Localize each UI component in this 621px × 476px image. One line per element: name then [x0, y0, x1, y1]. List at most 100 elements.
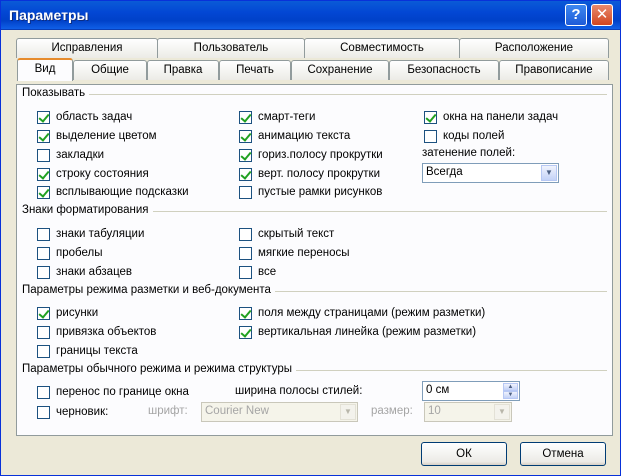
checkbox-optional-hyphens[interactable]: мягкие переносы [239, 245, 350, 261]
chevron-down-icon[interactable]: ▼ [340, 404, 356, 420]
tab-spelling[interactable]: Правописание [499, 60, 609, 80]
checkbox-wrap-to-window[interactable]: перенос по границе окна [37, 384, 189, 400]
checkbox-label: анимацию текста [258, 130, 351, 142]
spinner-value: 0 см [426, 384, 450, 396]
checkbox-hscroll[interactable]: гориз.полосу прокрутки [239, 147, 383, 163]
checkbox-highlight[interactable]: выделение цветом [37, 128, 157, 144]
checkbox-box[interactable] [37, 148, 50, 162]
checkbox-label: пробелы [56, 247, 103, 259]
checkbox-box[interactable] [37, 344, 50, 358]
checkbox-label: всплывающие подсказки [56, 186, 189, 198]
checkbox-box[interactable] [239, 227, 252, 241]
checkbox-box[interactable] [239, 148, 252, 162]
checkbox-box[interactable] [37, 325, 50, 339]
checkbox-box[interactable] [424, 110, 437, 124]
font-label: шрифт: [148, 405, 188, 417]
checkbox-box[interactable] [239, 306, 252, 320]
ok-button[interactable]: ОК [421, 442, 507, 466]
checkbox-box[interactable] [37, 306, 50, 320]
checkbox-hidden-text[interactable]: скрытый текст [239, 226, 334, 242]
size-label: размер: [371, 405, 413, 417]
field-shading-label: затенение полей: [422, 147, 516, 159]
checkbox-windows-taskbar[interactable]: окна на панели задач [424, 109, 558, 125]
checkbox-bookmarks[interactable]: закладки [37, 147, 104, 163]
checkbox-task-pane[interactable]: область задач [37, 109, 132, 125]
tab-location[interactable]: Расположение [459, 38, 609, 58]
checkbox-box[interactable] [239, 129, 252, 143]
checkbox-picture-placeholders[interactable]: пустые рамки рисунков [239, 184, 382, 200]
checkbox-label: границы текста [56, 345, 138, 357]
group-title-format: Знаки форматирования [22, 204, 153, 216]
close-button[interactable]: ✕ [591, 4, 613, 26]
group-title-show: Показывать [22, 87, 90, 99]
group-title-layout: Параметры режима разметки и веб-документ… [22, 284, 275, 296]
checkbox-box[interactable] [239, 185, 252, 199]
checkbox-box[interactable] [239, 167, 252, 181]
checkbox-label: перенос по границе окна [56, 386, 189, 398]
checkbox-label: коды полей [443, 130, 505, 142]
checkbox-box[interactable] [37, 185, 50, 199]
checkbox-field-codes[interactable]: коды полей [424, 128, 504, 144]
checkbox-tab-chars[interactable]: знаки табуляции [37, 226, 144, 242]
group-title-normal: Параметры обычного режима и режима струк… [22, 363, 297, 375]
checkbox-vscroll[interactable]: верт. полосу прокрутки [239, 166, 380, 182]
font-select[interactable]: Courier New ▼ [201, 402, 358, 422]
window-title: Параметры [9, 7, 89, 23]
checkbox-smart-tags[interactable]: смарт-теги [239, 109, 315, 125]
spin-up-icon[interactable]: ▲ [503, 383, 518, 391]
checkbox-tooltips[interactable]: всплывающие подсказки [37, 184, 189, 200]
tab-edit[interactable]: Правка [147, 60, 219, 80]
dialog-client: Исправления Пользователь Совместимость Р… [4, 31, 617, 474]
checkbox-box[interactable] [37, 265, 50, 279]
checkbox-box[interactable] [37, 405, 50, 419]
help-button[interactable]: ? [565, 4, 587, 26]
checkbox-box[interactable] [37, 110, 50, 124]
checkbox-white-space[interactable]: поля между страницами (режим разметки) [239, 305, 485, 321]
checkbox-draft-font[interactable]: черновик: [37, 404, 108, 420]
tab-compatibility[interactable]: Совместимость [304, 38, 460, 58]
checkbox-all-marks[interactable]: все [239, 264, 276, 280]
chevron-down-icon[interactable]: ▼ [494, 404, 510, 420]
tab-save[interactable]: Сохранение [291, 60, 389, 80]
checkbox-box[interactable] [239, 110, 252, 124]
checkbox-vertical-ruler[interactable]: вертикальная линейка (режим разметки) [239, 324, 476, 340]
tab-view[interactable]: Вид [17, 58, 73, 81]
chevron-down-icon[interactable]: ▼ [541, 165, 557, 181]
style-width-spinner[interactable]: 0 см ▲ ▼ [422, 381, 520, 401]
checkbox-box[interactable] [37, 129, 50, 143]
tab-general[interactable]: Общие [73, 60, 147, 80]
checkbox-box[interactable] [37, 227, 50, 241]
checkbox-label: выделение цветом [56, 130, 157, 142]
checkbox-object-anchors[interactable]: привязка объектов [37, 324, 156, 340]
checkbox-label: поля между страницами (режим разметки) [258, 307, 486, 319]
select-value: Courier New [205, 405, 269, 417]
select-value: Всегда [426, 166, 463, 178]
checkbox-drawings[interactable]: рисунки [37, 305, 98, 321]
checkbox-text-boundaries[interactable]: границы текста [37, 343, 138, 359]
checkbox-box[interactable] [37, 246, 50, 260]
checkbox-label: знаки абзацев [56, 266, 133, 278]
spin-down-icon[interactable]: ▼ [503, 391, 518, 399]
checkbox-box[interactable] [37, 167, 50, 181]
field-shading-select[interactable]: Всегда ▼ [422, 163, 559, 183]
checkbox-label: строку состояния [56, 168, 149, 180]
tab-user[interactable]: Пользователь [157, 38, 305, 58]
checkbox-box[interactable] [37, 385, 50, 399]
checkbox-label: верт. полосу прокрутки [258, 168, 380, 180]
size-select[interactable]: 10 ▼ [424, 402, 512, 422]
cancel-button[interactable]: Отмена [520, 442, 606, 466]
checkbox-box[interactable] [239, 265, 252, 279]
tab-security[interactable]: Безопасность [389, 60, 499, 80]
checkbox-label: закладки [56, 149, 105, 161]
checkbox-spaces[interactable]: пробелы [37, 245, 102, 261]
view-tab-panel: Показывать область задач выделение цвето… [16, 84, 613, 436]
title-bar[interactable]: Параметры ? ✕ [1, 1, 620, 30]
tab-revisions[interactable]: Исправления [16, 38, 158, 58]
tab-print[interactable]: Печать [219, 60, 291, 80]
checkbox-status-bar[interactable]: строку состояния [37, 166, 149, 182]
checkbox-box[interactable] [239, 246, 252, 260]
checkbox-paragraph-marks[interactable]: знаки абзацев [37, 264, 132, 280]
checkbox-text-animation[interactable]: анимацию текста [239, 128, 350, 144]
checkbox-box[interactable] [239, 325, 252, 339]
checkbox-box[interactable] [424, 129, 437, 143]
